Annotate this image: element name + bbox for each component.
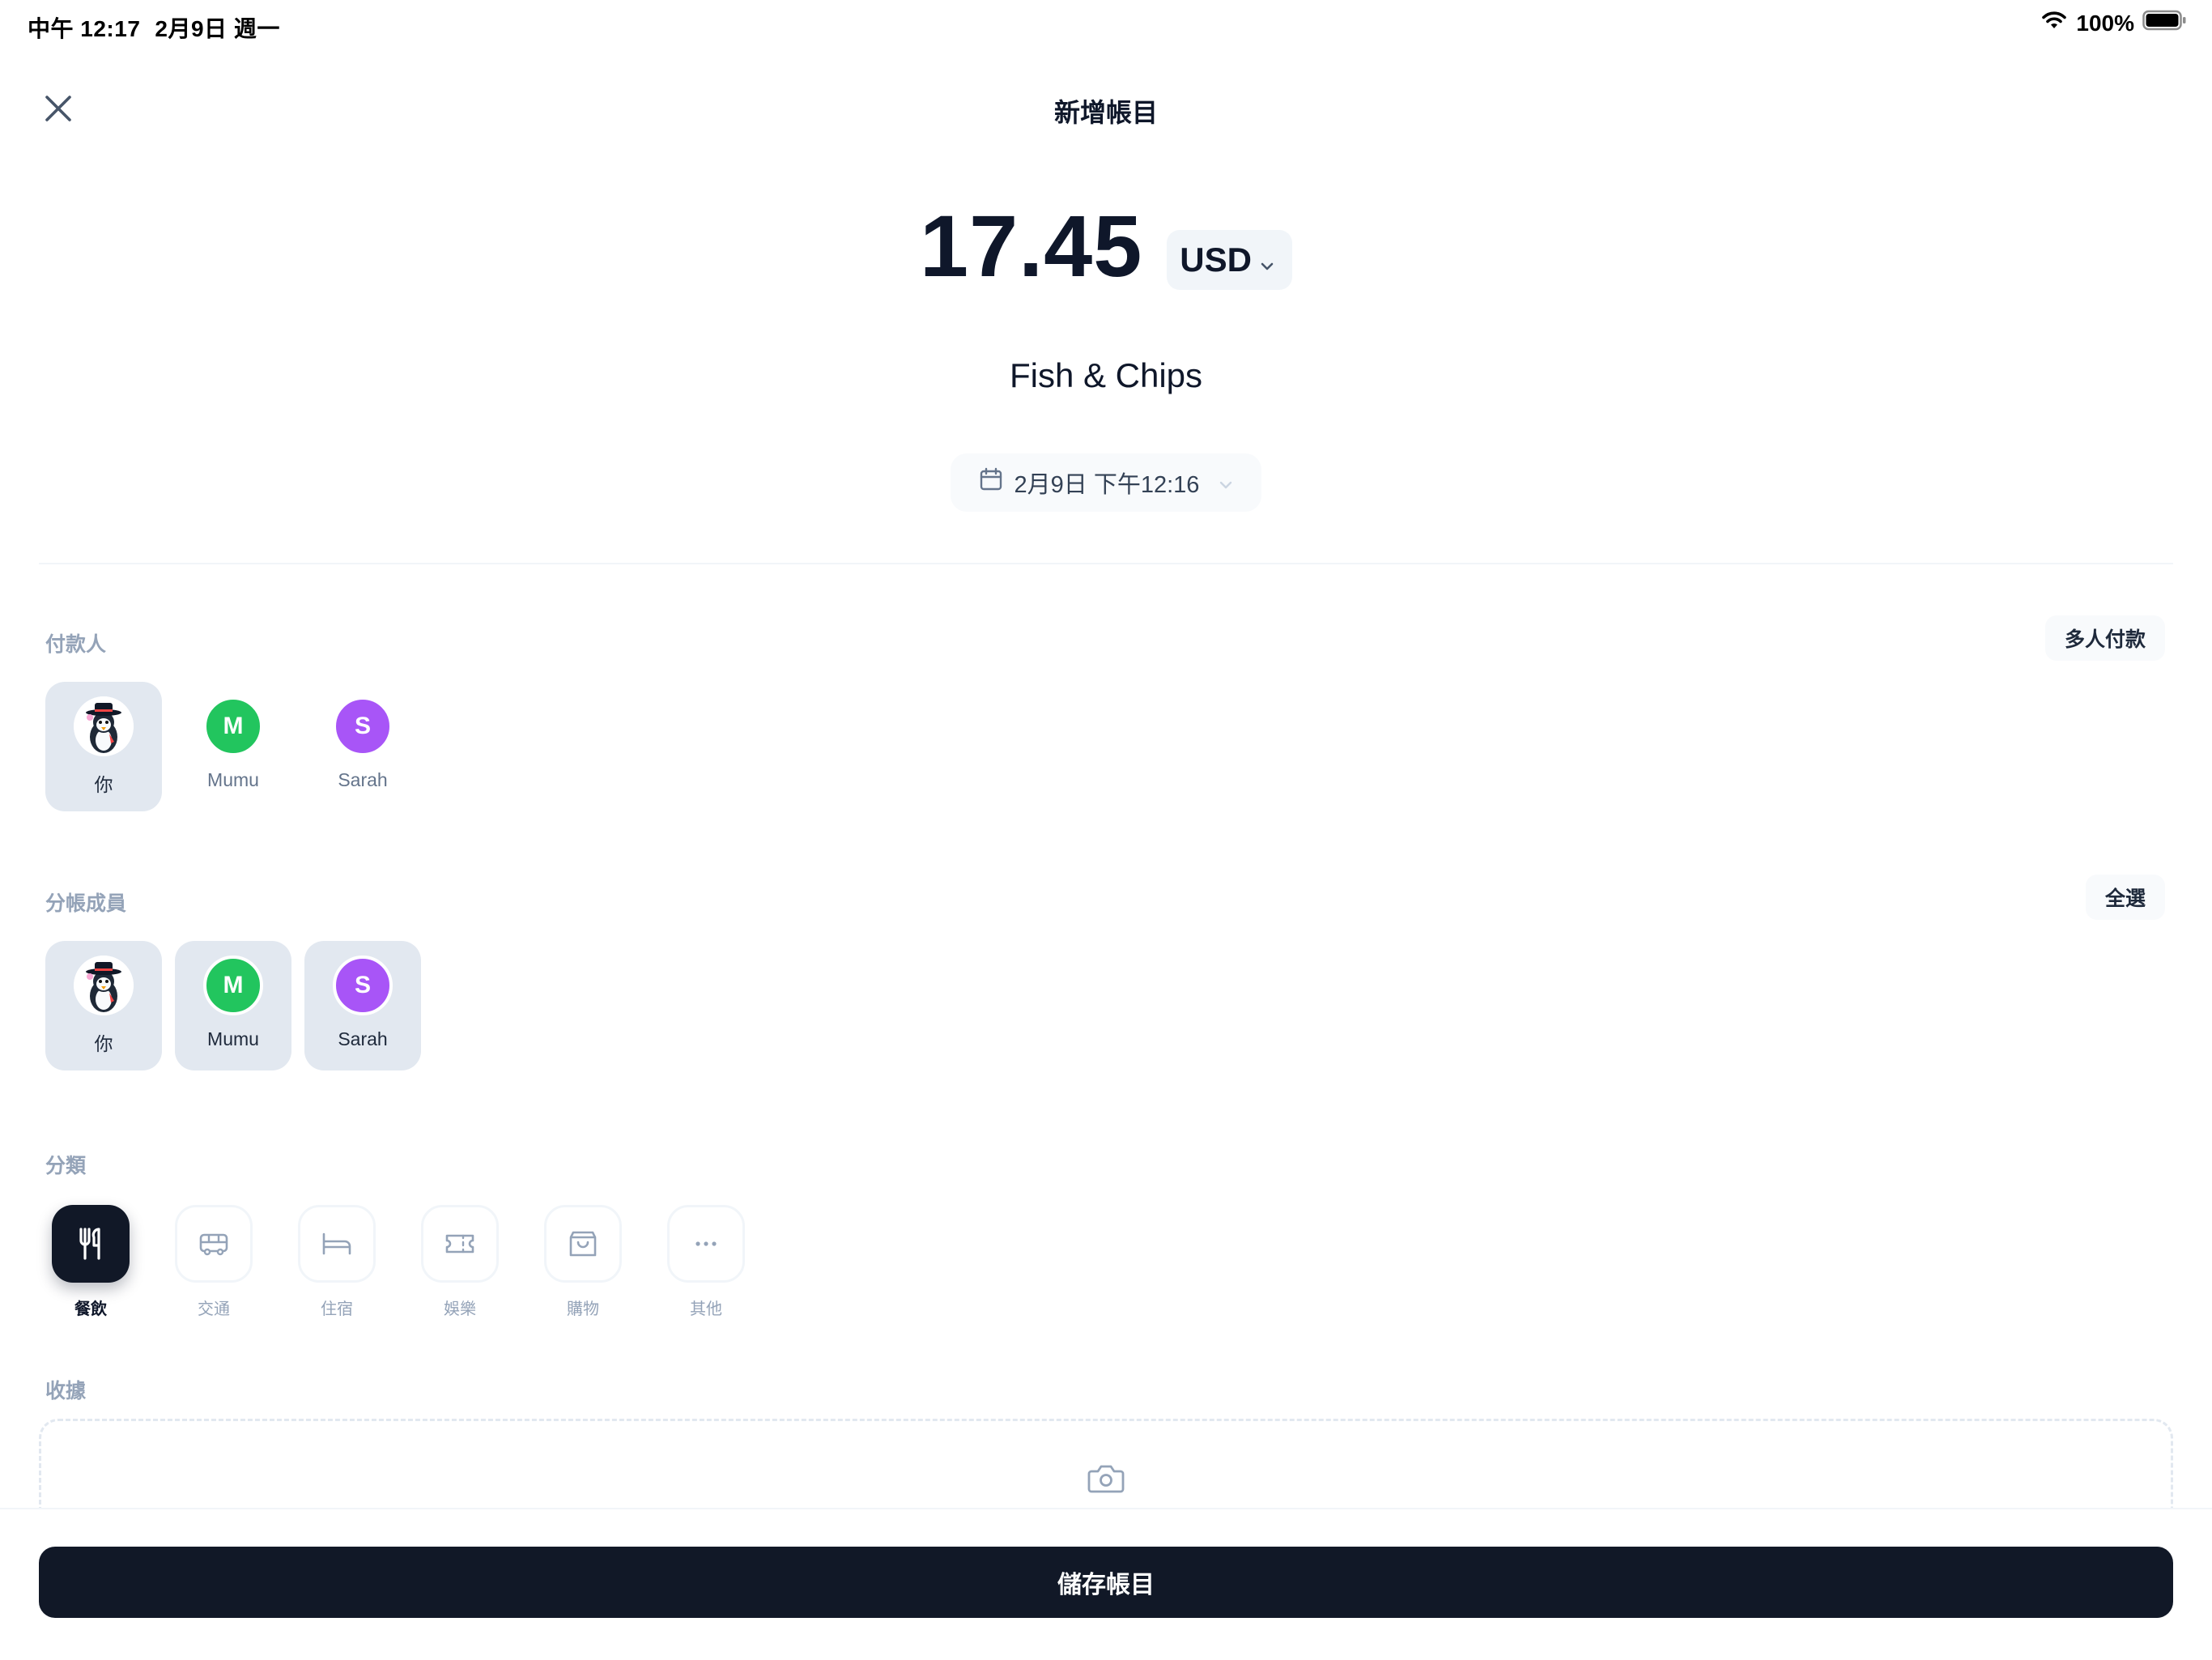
status-bar-left: 中午 12:17 2月9日 週一 [28,11,280,44]
category-label: 購物 [567,1300,599,1318]
penguin-avatar-icon [74,696,134,756]
status-time: 中午 12:17 [28,16,141,41]
category-label: 其他 [690,1300,722,1318]
category-entertainment[interactable]: 娛樂 [421,1205,499,1319]
ticket-icon [421,1205,499,1283]
description-input[interactable]: Fish & Chips [0,356,2212,395]
chevron-down-icon [1260,240,1274,279]
payer-option-sarah[interactable]: S Sarah [304,682,421,811]
save-button[interactable]: 儲存帳目 [39,1547,2173,1618]
split-option-mumu[interactable]: M Mumu [175,941,291,1070]
member-name: Mumu [207,769,259,790]
category-shopping[interactable]: 購物 [544,1205,622,1319]
date-label: 2月9日 下午12:16 [1014,472,1200,498]
avatar: S [333,696,393,756]
currency-label: USD [1180,240,1252,279]
battery-percent: 100% [2076,10,2134,36]
multi-payer-button[interactable]: 多人付款 [2044,615,2165,661]
member-name: Mumu [207,1028,259,1049]
bed-icon [298,1205,376,1283]
category-dining[interactable]: 餐飲 [52,1205,130,1319]
split-option-you[interactable]: 你 [45,941,162,1070]
amount-input[interactable]: 17.45 [920,202,1142,290]
category-label: 交通 [198,1300,230,1318]
category-label: 住宿 [321,1300,353,1318]
bus-icon [175,1205,253,1283]
member-name: 你 [94,1033,113,1054]
calendar-icon [979,467,1003,498]
avatar [74,696,134,756]
category-other[interactable]: 其他 [667,1205,745,1319]
payer-section-label: 付款人 [45,633,107,656]
avatar: M [203,956,263,1015]
status-date: 2月9日 週一 [155,16,280,41]
member-name: Sarah [338,769,388,790]
date-picker[interactable]: 2月9日 下午12:16 [951,453,1261,512]
split-member-list: 你 M Mumu S Sarah [45,941,421,1070]
avatar: S [333,956,393,1015]
payer-list: 你 M Mumu S Sarah [45,682,421,811]
category-label: 餐飲 [74,1300,107,1318]
category-lodging[interactable]: 住宿 [298,1205,376,1319]
currency-select[interactable]: USD [1167,230,1292,290]
camera-icon [1087,1462,1125,1499]
member-name: 你 [94,774,113,795]
battery-icon [2142,10,2186,36]
chevron-down-icon [1219,470,1233,496]
utensils-icon [52,1205,130,1283]
category-section-label: 分類 [45,1155,87,1177]
amount-row: 17.45 USD [0,202,2212,290]
split-option-sarah[interactable]: S Sarah [304,941,421,1070]
penguin-avatar-icon [74,956,134,1015]
payer-option-mumu[interactable]: M Mumu [175,682,291,811]
category-transport[interactable]: 交通 [175,1205,253,1319]
status-bar-right: 100% [2040,10,2186,36]
select-all-button[interactable]: 全選 [2085,875,2165,920]
wifi-icon [2040,10,2068,36]
split-section-label: 分帳成員 [45,892,127,915]
payer-option-you[interactable]: 你 [45,682,162,811]
member-name: Sarah [338,1028,388,1049]
more-icon [667,1205,745,1283]
avatar [74,956,134,1015]
page-title: 新增帳目 [1053,98,1158,127]
receipt-section-label: 收據 [45,1380,87,1402]
shopping-bag-icon [544,1205,622,1283]
category-label: 娛樂 [444,1300,476,1318]
category-list: 餐飲 交通 住宿 娛樂 購物 其他 [52,1205,745,1319]
avatar: M [203,696,263,756]
divider [39,563,2173,564]
